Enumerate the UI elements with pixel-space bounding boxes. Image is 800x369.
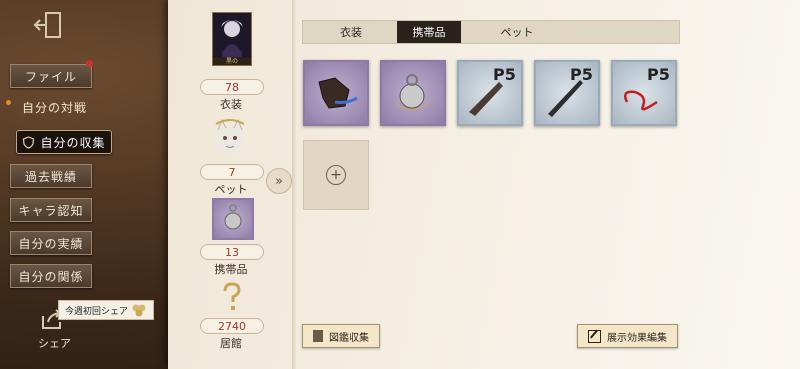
costume-label: 衣装: [220, 98, 242, 111]
book-icon: [313, 330, 323, 342]
share-tip-text: 今週初回シェア: [65, 306, 129, 317]
tab-accessory[interactable]: 携帯品: [397, 21, 461, 43]
accessory-label: 携帯品: [214, 263, 248, 276]
item-slot[interactable]: P5: [457, 60, 523, 126]
costume-count: 78: [200, 79, 264, 95]
sidebar-item-my-collection[interactable]: 自分の収集: [16, 130, 112, 154]
pocket-watch-accessory-icon: [395, 74, 431, 111]
item-slot[interactable]: [303, 60, 369, 126]
tab-pet[interactable]: ペット: [485, 21, 549, 43]
persona5-knife-icon: P5: [548, 65, 593, 117]
sidebar-item-label: 自分の対戦: [22, 100, 88, 115]
residence-question-icon[interactable]: [216, 282, 246, 314]
edit-display-effect-button[interactable]: 展示効果編集: [577, 324, 678, 348]
residence-label: 居館: [220, 337, 242, 350]
sidebar-item-label: 自分の収集: [40, 135, 106, 150]
sidebar-item-achievements[interactable]: 自分の実績: [10, 231, 92, 255]
sidebar-item-my-matches[interactable]: 自分の対戦: [10, 96, 112, 118]
reward-clover-icon: [132, 304, 146, 317]
persona5-whip-icon: P5: [624, 65, 670, 111]
edit-button-label: 展示効果編集: [607, 332, 667, 344]
double-chevron-right-icon: »: [275, 173, 283, 189]
portrait-caption: 黒の: [225, 58, 238, 65]
pet-count: 7: [200, 164, 264, 180]
back-door-icon[interactable]: [32, 10, 66, 40]
sidebar-item-label: 自分の関係: [18, 269, 84, 284]
sidebar-item-file[interactable]: ファイル: [10, 64, 92, 88]
shield-icon: [23, 135, 35, 149]
pet-label: ペット: [214, 183, 248, 196]
sidebar-item-past-records[interactable]: 過去戦績: [10, 164, 92, 188]
svg-text:P5: P5: [647, 65, 670, 84]
catalog-collection-button[interactable]: 図鑑収集: [302, 324, 380, 348]
svg-text:P5: P5: [570, 65, 593, 84]
item-slot[interactable]: [380, 60, 446, 126]
svg-text:P5: P5: [493, 65, 516, 84]
tab-label: ペット: [500, 26, 534, 39]
bat-wing-accessory-icon: [318, 77, 358, 109]
category-tabs: 衣装 携帯品 ペット: [302, 20, 680, 44]
catalog-button-label: 図鑑収集: [329, 332, 369, 344]
accessory-count: 13: [200, 244, 264, 260]
sidebar-item-label: キャラ認知: [18, 203, 84, 218]
pocket-watch-icon: [224, 204, 242, 230]
share-label: シェア: [38, 337, 71, 350]
share-reward-tooltip: 今週初回シェア: [58, 300, 155, 320]
sidebar-item-label: 自分の実績: [18, 236, 84, 251]
panel-divider: [292, 0, 296, 369]
sidebar-item-label: 過去戦績: [24, 169, 77, 184]
notification-dot: [86, 60, 93, 67]
edit-icon: [588, 329, 601, 343]
residence-count: 2740: [200, 318, 264, 334]
pet-cat-icon[interactable]: [208, 116, 252, 160]
add-item-slot[interactable]: +: [303, 140, 369, 210]
costume-portrait-card[interactable]: 黒の: [212, 12, 252, 66]
sidebar: ファイル 自分の対戦 自分の収集 過去戦績 キャラ認知 自分の実績 自分の関係 …: [0, 0, 168, 369]
accessory-thumb[interactable]: [212, 198, 254, 240]
persona5-shotgun-icon: P5: [469, 65, 516, 116]
sidebar-item-character-awareness[interactable]: キャラ認知: [10, 198, 92, 222]
tab-label: 衣装: [340, 26, 362, 39]
plus-icon: +: [326, 165, 346, 185]
item-slot[interactable]: P5: [611, 60, 677, 126]
item-slot[interactable]: P5: [534, 60, 600, 126]
tab-costume[interactable]: 衣装: [319, 21, 383, 43]
sidebar-item-relations[interactable]: 自分の関係: [10, 264, 92, 288]
tab-label: 携帯品: [412, 26, 446, 39]
collection-panel: [168, 0, 800, 369]
sidebar-item-label: ファイル: [24, 69, 77, 84]
expand-arrow-button[interactable]: »: [266, 168, 292, 194]
